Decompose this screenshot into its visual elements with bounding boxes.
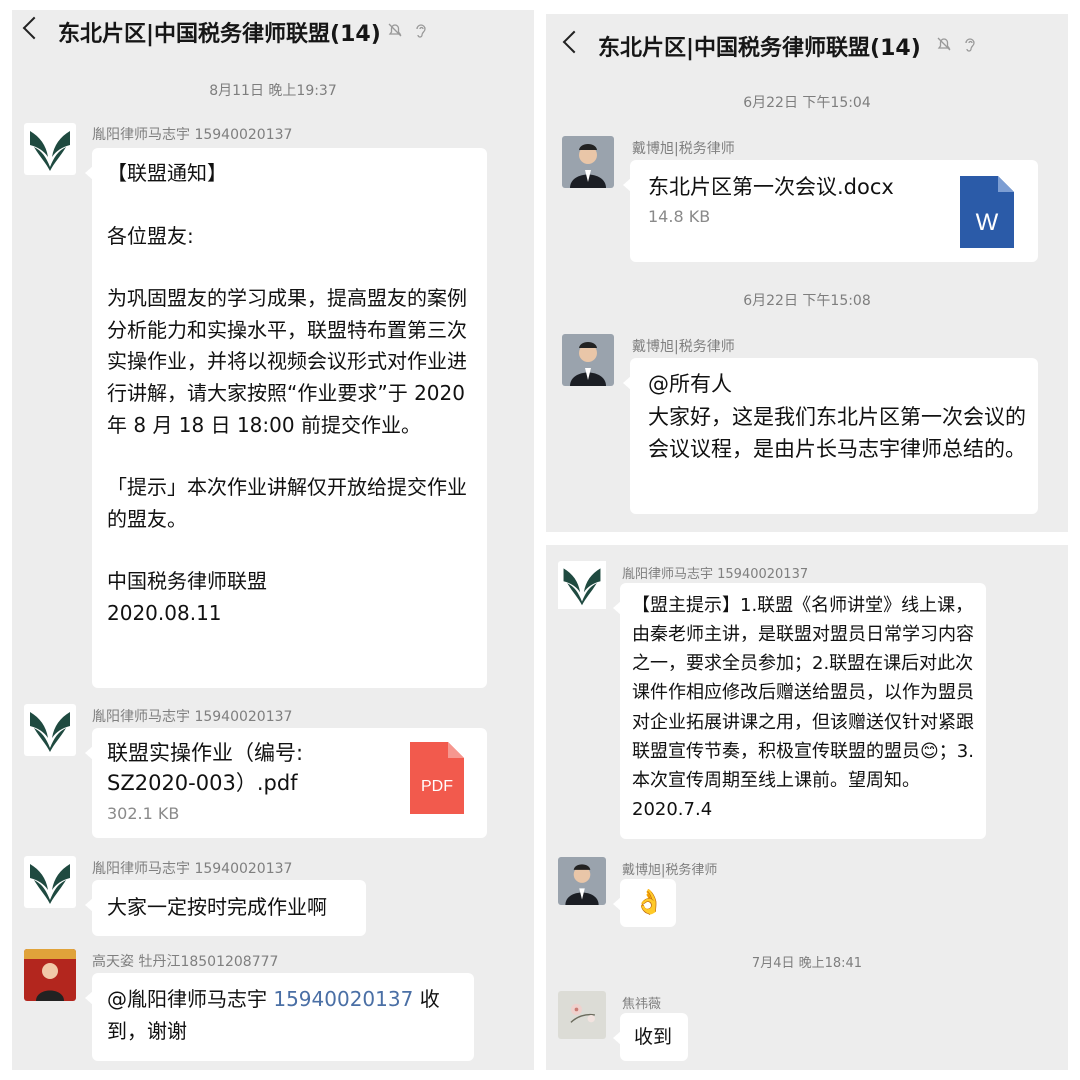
sender-name: 胤阳律师马志宇 15940020137 bbox=[92, 861, 293, 877]
person-photo-icon bbox=[24, 949, 76, 1001]
sender-name: 焦祎薇 bbox=[622, 997, 662, 1012]
file-size: 302.1 KB bbox=[107, 803, 180, 823]
message-paragraph: 「提示」本次作业讲解仅开放给提交作业的盟友。 bbox=[107, 475, 467, 531]
sender-name: 戴博旭|税务律师 bbox=[632, 141, 735, 157]
sender-name: 高天姿 牡丹江18501208777 bbox=[92, 954, 279, 970]
file-size: 14.8 KB bbox=[648, 207, 711, 227]
sender-name: 戴博旭|税务律师 bbox=[632, 339, 735, 355]
chevron-left-icon[interactable] bbox=[562, 30, 586, 54]
avatar-eagle-logo[interactable] bbox=[24, 704, 76, 756]
message-paragraph: 为巩固盟友的学习成果，提高盟友的案例分析能力和实操水平，联盟特布置第三次实操作业… bbox=[107, 286, 472, 437]
timestamp: 6月22日 下午15:04 bbox=[743, 95, 871, 111]
sender-name: 胤阳律师马志宇 15940020137 bbox=[92, 709, 293, 725]
bell-muted-icon bbox=[388, 23, 402, 37]
person-photo-icon bbox=[558, 857, 606, 905]
message-paragraph: 中国税务律师联盟 2020.08.11 bbox=[107, 569, 267, 625]
pdf-file-icon: PDF bbox=[410, 742, 464, 814]
mention[interactable]: @胤阳律师马志宇 bbox=[107, 987, 267, 1011]
emoji-message[interactable]: 👌 bbox=[613, 879, 676, 927]
file-name: 联盟实操作业（编号: SZ2020-003）.pdf bbox=[107, 741, 310, 796]
timestamp: 6月22日 下午15:08 bbox=[743, 293, 871, 309]
eagle-logo-icon bbox=[558, 561, 606, 609]
message-text: 大家一定按时完成作业啊 bbox=[107, 895, 327, 919]
flower-photo-icon bbox=[558, 991, 606, 1039]
avatar-flower[interactable] bbox=[558, 991, 606, 1039]
message-bubble[interactable]: 大家一定按时完成作业啊 bbox=[85, 880, 366, 936]
group-title: 东北片区|中国税务律师联盟(14) bbox=[58, 22, 381, 47]
message-text: 收到 bbox=[634, 1026, 673, 1048]
bell-muted-icon bbox=[937, 37, 951, 51]
message-bubble-notice[interactable]: 【联盟通知】 各位盟友: 为巩固盟友的学习成果，提高盟友的案例分析能力和实操水平… bbox=[85, 148, 487, 688]
chat-window-left: 东北片区|中国税务律师联盟(14) 8月11日 晚上19:37 胤阳律师马志宇 … bbox=[12, 10, 534, 1070]
message-bubble[interactable]: 收到 bbox=[613, 1013, 688, 1061]
avatar-eagle-logo[interactable] bbox=[558, 561, 610, 613]
avatar-photo[interactable] bbox=[558, 857, 606, 905]
file-type-label: PDF bbox=[421, 778, 453, 795]
ear-icon bbox=[416, 24, 426, 38]
eagle-logo-icon bbox=[24, 123, 76, 175]
avatar-eagle-logo[interactable] bbox=[24, 123, 76, 175]
avatar-eagle-logo[interactable] bbox=[24, 856, 76, 908]
person-photo-icon bbox=[562, 334, 614, 386]
chevron-left-icon[interactable] bbox=[22, 16, 46, 40]
timestamp: 7月4日 晚上18:41 bbox=[751, 956, 863, 971]
avatar-photo[interactable] bbox=[562, 334, 614, 386]
message-paragraph: 各位盟友: bbox=[107, 223, 194, 248]
ok-hand-emoji: 👌 bbox=[634, 888, 664, 916]
sender-name: 胤阳律师马志宇 15940020137 bbox=[92, 127, 293, 143]
file-type-label: W bbox=[976, 209, 999, 236]
file-name: 东北片区第一次会议.docx bbox=[648, 175, 894, 199]
message-text: @所有人 大家好，这是我们东北片区第一次会议的会议议程，是由片长马志宇律师总结的… bbox=[648, 372, 1026, 462]
chat-header: 东北片区|中国税务律师联盟(14) bbox=[546, 14, 1068, 61]
person-photo-icon bbox=[562, 136, 614, 188]
ear-icon bbox=[965, 38, 975, 52]
timestamp: 8月11日 晚上19:37 bbox=[209, 83, 337, 99]
chat-window-right-bottom: 胤阳律师马志宇 15940020137 【盟主提示】1.联盟《名师讲堂》线上课，… bbox=[546, 545, 1068, 1070]
sender-name: 胤阳律师马志宇 15940020137 bbox=[622, 567, 809, 582]
word-file-icon: W bbox=[960, 176, 1014, 248]
chat-header: 东北片区|中国税务律师联盟(14) bbox=[12, 10, 534, 54]
eagle-logo-icon bbox=[24, 704, 76, 756]
avatar-photo[interactable] bbox=[24, 949, 76, 1001]
message-paragraph: 【联盟通知】 bbox=[107, 161, 227, 185]
message-bubble-announcement[interactable]: 【盟主提示】1.联盟《名师讲堂》线上课，由秦老师主讲，是联盟对盟员日常学习内容之… bbox=[613, 583, 986, 839]
group-title: 东北片区|中国税务律师联盟(14) bbox=[598, 36, 921, 61]
message-bubble[interactable]: @所有人 大家好，这是我们东北片区第一次会议的会议议程，是由片长马志宇律师总结的… bbox=[623, 358, 1038, 514]
file-message-docx[interactable]: 东北片区第一次会议.docx 14.8 KB W bbox=[623, 160, 1038, 262]
avatar-photo[interactable] bbox=[562, 136, 614, 188]
message-text: 【盟主提示】1.联盟《名师讲堂》线上课，由秦老师主讲，是联盟对盟员日常学习内容之… bbox=[632, 595, 974, 821]
message-bubble[interactable]: @胤阳律师马志宇 15940020137 收到，谢谢 bbox=[85, 973, 474, 1061]
mention-phone-link[interactable]: 15940020137 bbox=[273, 987, 413, 1011]
sender-name: 戴博旭|税务律师 bbox=[622, 863, 718, 878]
file-message-pdf[interactable]: 联盟实操作业（编号: SZ2020-003）.pdf 302.1 KB PDF bbox=[85, 728, 487, 838]
chat-window-right-top: 东北片区|中国税务律师联盟(14) 6月22日 下午15:04 戴博旭|税务律师… bbox=[546, 14, 1068, 532]
eagle-logo-icon bbox=[24, 856, 76, 908]
